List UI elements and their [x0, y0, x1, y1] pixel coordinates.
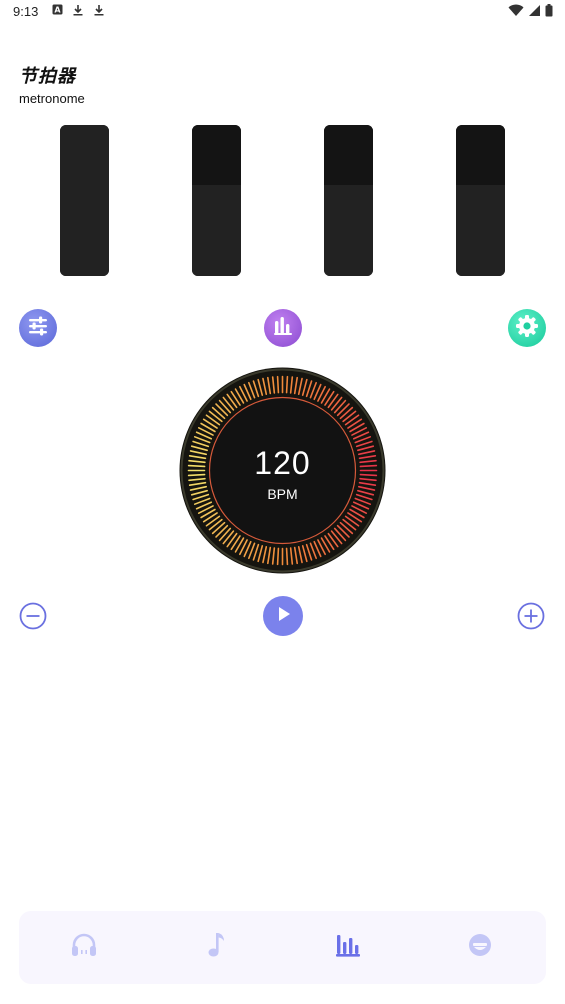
- nav-profile[interactable]: [450, 911, 510, 984]
- beat-bar-4[interactable]: [456, 125, 505, 276]
- tempo-dial[interactable]: 120 BPM: [179, 367, 386, 574]
- decrease-tempo-button[interactable]: [19, 602, 47, 635]
- nav-metronome[interactable]: [318, 911, 378, 984]
- sliders-icon: [25, 313, 51, 344]
- status-time: 9:13: [13, 4, 39, 19]
- status-icons-right: [508, 4, 553, 22]
- bottom-nav: [19, 911, 546, 984]
- nav-headphones[interactable]: [54, 911, 114, 984]
- tempo-readout: 120 BPM: [179, 445, 386, 502]
- dial-tick: [285, 547, 289, 566]
- beat-bar-3[interactable]: [324, 125, 373, 276]
- signal-icon: [528, 4, 541, 22]
- gear-icon: [514, 313, 540, 344]
- play-button[interactable]: [263, 596, 303, 636]
- bar-chart-icon: [335, 932, 361, 963]
- dial-tick: [276, 375, 280, 394]
- minus-circle-icon: [19, 602, 47, 634]
- bar-chart-icon: [272, 315, 294, 342]
- dial-tick: [285, 375, 289, 394]
- music-note-icon: [204, 931, 228, 964]
- plus-circle-icon: [517, 602, 545, 634]
- page-title: 节拍器: [19, 66, 76, 86]
- dial-tick: [276, 547, 280, 566]
- face-icon: [468, 933, 492, 962]
- mixer-button[interactable]: [19, 309, 57, 347]
- increase-tempo-button[interactable]: [517, 602, 545, 635]
- notification-a-icon: A: [52, 4, 63, 16]
- stats-button[interactable]: [264, 309, 302, 347]
- bpm-label: BPM: [267, 486, 298, 502]
- status-bar: 9:13 A: [0, 0, 565, 24]
- beat-bar-2[interactable]: [192, 125, 241, 276]
- page-subtitle: metronome: [19, 91, 85, 106]
- svg-text:A: A: [54, 6, 61, 15]
- beat-bar-1[interactable]: [60, 125, 109, 276]
- nav-music[interactable]: [186, 911, 246, 984]
- wifi-icon: [508, 4, 524, 22]
- headphones-icon: [70, 932, 98, 963]
- settings-button[interactable]: [508, 309, 546, 347]
- status-icons-left: A: [52, 4, 105, 16]
- download-icon: [72, 4, 84, 16]
- bpm-value: 120: [254, 445, 311, 481]
- play-icon: [273, 604, 293, 629]
- download-icon: [93, 4, 105, 16]
- battery-icon: [545, 4, 553, 22]
